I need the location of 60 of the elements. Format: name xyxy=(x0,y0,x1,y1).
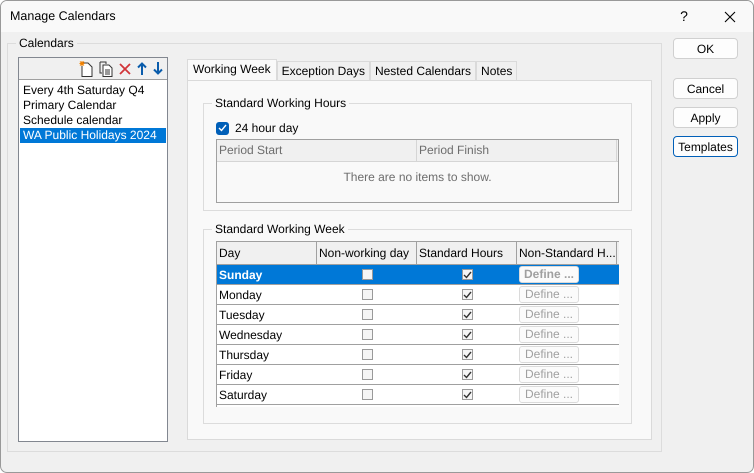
checkbox[interactable] xyxy=(362,269,372,280)
checkbox[interactable] xyxy=(362,389,372,400)
checkbox[interactable] xyxy=(362,329,372,340)
calendar-item[interactable]: Primary Calendar xyxy=(20,98,166,113)
checkbox[interactable] xyxy=(462,289,472,300)
grid-row[interactable]: Tuesday Define ... xyxy=(217,305,619,325)
checkbox[interactable] xyxy=(362,289,372,300)
delete-icon[interactable] xyxy=(119,62,131,74)
dialog-button[interactable]: Cancel xyxy=(673,78,738,99)
column-header[interactable]: Period Finish xyxy=(417,140,617,161)
grid-row[interactable]: Thursday Define ... xyxy=(217,345,619,365)
help-button[interactable]: ? xyxy=(661,6,707,27)
empty-message: There are no items to show. xyxy=(343,170,492,184)
dialog-button[interactable]: Apply xyxy=(673,107,738,128)
checkbox[interactable] xyxy=(362,369,372,380)
day-label: Sunday xyxy=(219,266,262,284)
tab[interactable]: Working Week xyxy=(187,59,277,80)
day-label: Monday xyxy=(219,286,262,304)
tab[interactable]: Nested Calendars xyxy=(370,61,476,80)
column-header[interactable]: Day xyxy=(217,242,317,264)
day-label: Wednesday xyxy=(219,326,282,344)
checkbox[interactable] xyxy=(462,349,472,360)
dialog-button[interactable]: Templates xyxy=(673,136,738,157)
checkbox[interactable] xyxy=(462,369,472,380)
column-header[interactable]: Standard Hours xyxy=(417,242,517,264)
calendar-item[interactable]: Every 4th Saturday Q4 xyxy=(20,83,166,98)
day-label: Thursday xyxy=(219,346,270,364)
new-document-icon[interactable] xyxy=(79,60,93,77)
grid-row[interactable]: Friday Define ... xyxy=(217,365,619,385)
grid-row[interactable]: Wednesday Define ... xyxy=(217,325,619,345)
checkbox[interactable] xyxy=(216,122,229,134)
group-legend: Standard Working Week xyxy=(212,222,348,236)
checkbox[interactable] xyxy=(462,309,472,320)
group-legend: Calendars xyxy=(16,36,77,50)
move-down-icon[interactable] xyxy=(153,62,163,75)
grid-row[interactable]: Monday Define ... xyxy=(217,285,619,305)
tab[interactable]: Notes xyxy=(476,61,518,80)
calendar-item[interactable]: Schedule calendar xyxy=(20,113,166,128)
window-title: Manage Calendars xyxy=(10,8,117,26)
column-header[interactable]: Non-Standard H... xyxy=(517,242,617,264)
tab[interactable]: Exception Days xyxy=(276,61,370,80)
column-header[interactable]: Non-working day xyxy=(317,242,417,264)
group-legend: Standard Working Hours xyxy=(212,96,350,110)
move-up-icon[interactable] xyxy=(137,62,147,75)
checkbox[interactable] xyxy=(462,269,472,280)
calendar-item[interactable]: WA Public Holidays 2024 xyxy=(20,128,166,143)
copy-icon[interactable] xyxy=(99,60,113,76)
day-label: Tuesday xyxy=(219,306,265,324)
checkbox-label: 24 hour day xyxy=(235,120,298,137)
checkbox[interactable] xyxy=(362,349,372,360)
checkbox[interactable] xyxy=(462,329,472,340)
day-label: Saturday xyxy=(219,386,268,404)
day-label: Friday xyxy=(219,366,252,384)
column-header[interactable]: Period Start xyxy=(217,140,417,161)
dialog-button[interactable]: OK xyxy=(673,38,738,59)
checkbox[interactable] xyxy=(362,309,372,320)
checkbox[interactable] xyxy=(462,389,472,400)
grid-row[interactable]: Saturday Define ... xyxy=(217,385,619,405)
close-icon xyxy=(724,10,736,22)
grid-row[interactable]: Sunday Define ... xyxy=(217,265,619,285)
